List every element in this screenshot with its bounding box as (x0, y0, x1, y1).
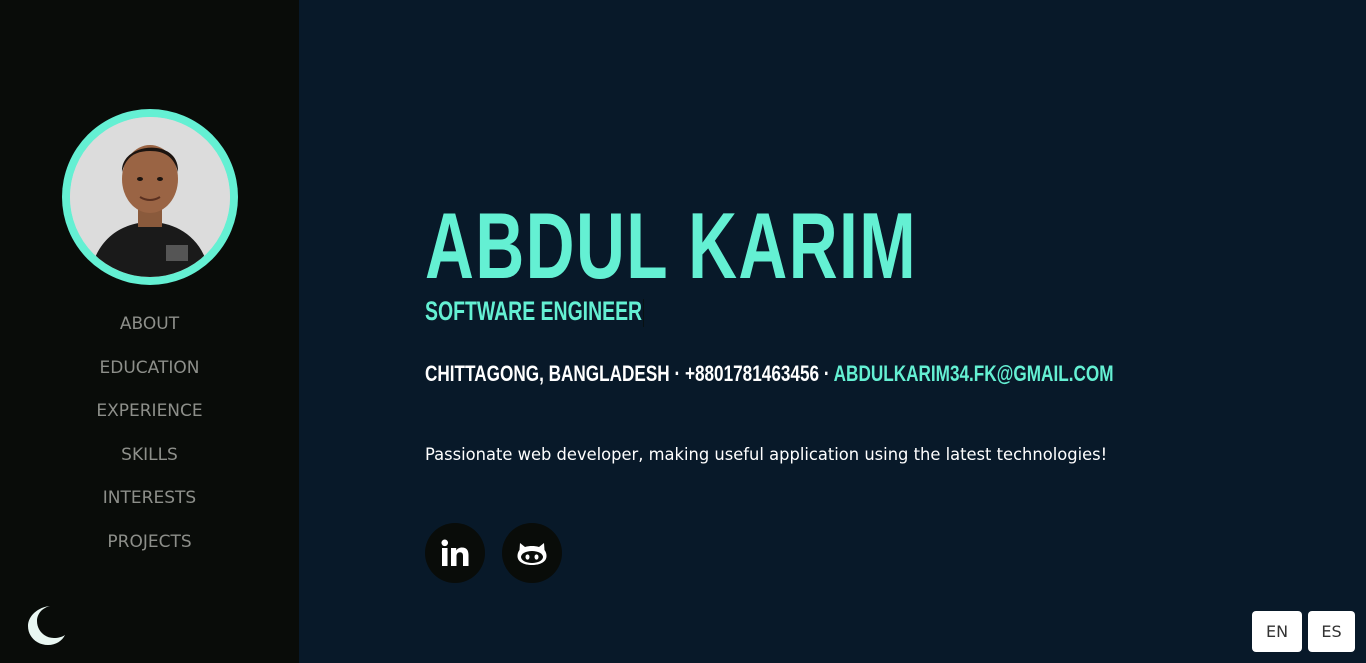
language-es-button[interactable]: ES (1308, 611, 1355, 652)
avatar (70, 117, 230, 277)
contact-separator: · (819, 361, 834, 386)
hero-name: ABDUL KARIM (425, 193, 918, 298)
contact-email-link[interactable]: ABDULKARIM34.FK@GMAIL.COM (834, 361, 1114, 386)
main-content: ABDUL KARIM SOFTWARE ENGINEER CHITTAGONG… (299, 0, 1366, 663)
github-icon (517, 543, 547, 565)
nav-item-skills[interactable]: SKILLS (0, 435, 299, 479)
linkedin-icon (441, 539, 469, 566)
sidebar-nav: ABOUT EDUCATION EXPERIENCE SKILLS INTERE… (0, 304, 299, 566)
contact-phone: +8801781463456 (684, 361, 820, 386)
nav-item-experience[interactable]: EXPERIENCE (0, 391, 299, 435)
sidebar: ABOUT EDUCATION EXPERIENCE SKILLS INTERE… (0, 0, 299, 663)
moon-icon[interactable] (26, 604, 66, 646)
hero-tagline: Passionate web developer, making useful … (425, 445, 1108, 465)
nav-item-about[interactable]: ABOUT (0, 304, 299, 348)
nav-item-interests[interactable]: INTERESTS (0, 478, 299, 522)
contact-separator: · (669, 361, 685, 386)
language-en-button[interactable]: EN (1252, 611, 1302, 652)
typing-cursor (642, 298, 644, 327)
nav-item-projects[interactable]: PROJECTS (0, 522, 299, 566)
hero-title-text: SOFTWARE ENGINEER (425, 296, 643, 326)
avatar-ring (62, 109, 238, 285)
linkedin-button[interactable] (425, 523, 485, 583)
nav-item-education[interactable]: EDUCATION (0, 348, 299, 392)
github-button[interactable] (502, 523, 562, 583)
hero-title: SOFTWARE ENGINEER (425, 294, 644, 328)
contact-line: CHITTAGONG, BANGLADESH · +8801781463456 … (425, 360, 1114, 388)
contact-location: CHITTAGONG, BANGLADESH (425, 361, 670, 386)
